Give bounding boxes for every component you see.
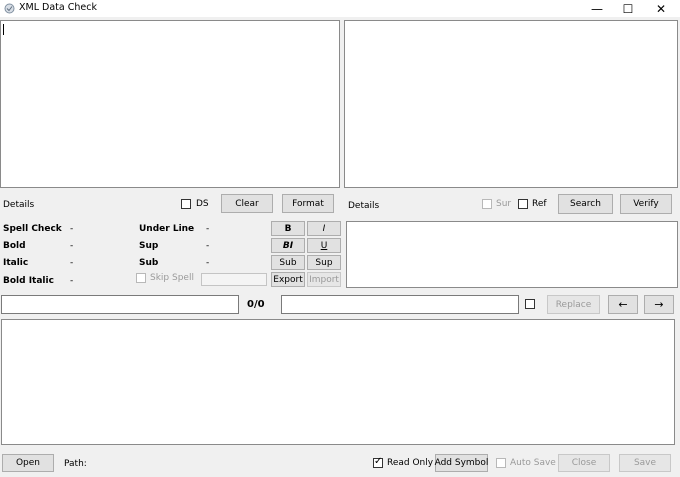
save-button[interactable]: Save <box>619 454 671 472</box>
close-window-button[interactable]: ✕ <box>646 0 676 17</box>
replace-checkbox[interactable] <box>525 299 535 309</box>
find-input[interactable] <box>1 295 239 314</box>
clear-button[interactable]: Clear <box>221 194 273 213</box>
sub-label: Sub <box>139 258 159 268</box>
skip-spell-input[interactable] <box>201 273 267 286</box>
path-label: Path: <box>64 459 87 469</box>
replace-button[interactable]: Replace <box>547 295 600 314</box>
ref-checkbox[interactable] <box>518 199 528 209</box>
auto-save-checkbox[interactable] <box>496 458 506 468</box>
app-icon <box>4 3 15 14</box>
minimize-button[interactable]: — <box>582 0 612 17</box>
skip-spell-checkbox[interactable] <box>136 273 146 283</box>
under-line-value: - <box>206 224 210 234</box>
window-title: XML Data Check <box>19 2 97 13</box>
spell-check-label: Spell Check <box>3 224 62 234</box>
search-button[interactable]: Search <box>558 194 613 214</box>
ds-label: DS <box>196 199 209 209</box>
format-button[interactable]: Format <box>282 194 334 213</box>
sup-label: Sup <box>139 241 159 251</box>
details-label-left: Details <box>3 200 35 210</box>
details-pane[interactable] <box>346 221 678 288</box>
verify-button[interactable]: Verify <box>620 194 672 214</box>
open-button[interactable]: Open <box>2 454 54 472</box>
maximize-button[interactable]: ☐ <box>613 0 643 17</box>
subscript-button[interactable]: Sub <box>271 255 305 270</box>
skip-spell-label: Skip Spell <box>150 273 194 283</box>
close-button[interactable]: Close <box>558 454 610 472</box>
sub-value: - <box>206 258 210 268</box>
ref-label: Ref <box>532 199 547 209</box>
italic-format-button[interactable]: I <box>307 221 341 236</box>
output-pane[interactable] <box>1 319 675 445</box>
bold-format-button[interactable]: B <box>271 221 305 236</box>
preview-pane[interactable] <box>344 20 678 188</box>
superscript-button[interactable]: Sup <box>307 255 341 270</box>
ds-checkbox[interactable] <box>181 199 191 209</box>
auto-save-label: Auto Save <box>510 458 556 468</box>
title-bar <box>0 0 680 17</box>
italic-value: - <box>70 258 74 268</box>
bold-label: Bold <box>3 241 26 251</box>
sup-value: - <box>206 241 210 251</box>
bold-italic-value: - <box>70 276 74 286</box>
italic-label: Italic <box>3 258 29 268</box>
sur-checkbox[interactable] <box>482 199 492 209</box>
bold-italic-label: Bold Italic <box>3 276 54 286</box>
previous-match-button[interactable]: ← <box>608 295 638 314</box>
match-counter: 0/0 <box>247 299 265 310</box>
bold-value: - <box>70 241 74 251</box>
details-label-right: Details <box>348 201 380 211</box>
read-only-label: Read Only <box>387 458 434 468</box>
bold-italic-format-button[interactable]: BI <box>271 238 305 253</box>
add-symbol-button[interactable]: Add Symbol <box>435 454 488 472</box>
spell-check-value: - <box>70 224 74 234</box>
underline-format-button[interactable]: U <box>307 238 341 253</box>
sur-label: Sur <box>496 199 512 209</box>
source-text-pane[interactable] <box>0 20 340 188</box>
import-button[interactable]: Import <box>307 272 341 287</box>
export-button[interactable]: Export <box>271 272 305 287</box>
next-match-button[interactable]: → <box>644 295 674 314</box>
under-line-label: Under Line <box>139 224 195 234</box>
text-caret <box>3 24 4 35</box>
replace-input[interactable] <box>281 295 519 314</box>
read-only-checkbox[interactable] <box>373 456 383 468</box>
